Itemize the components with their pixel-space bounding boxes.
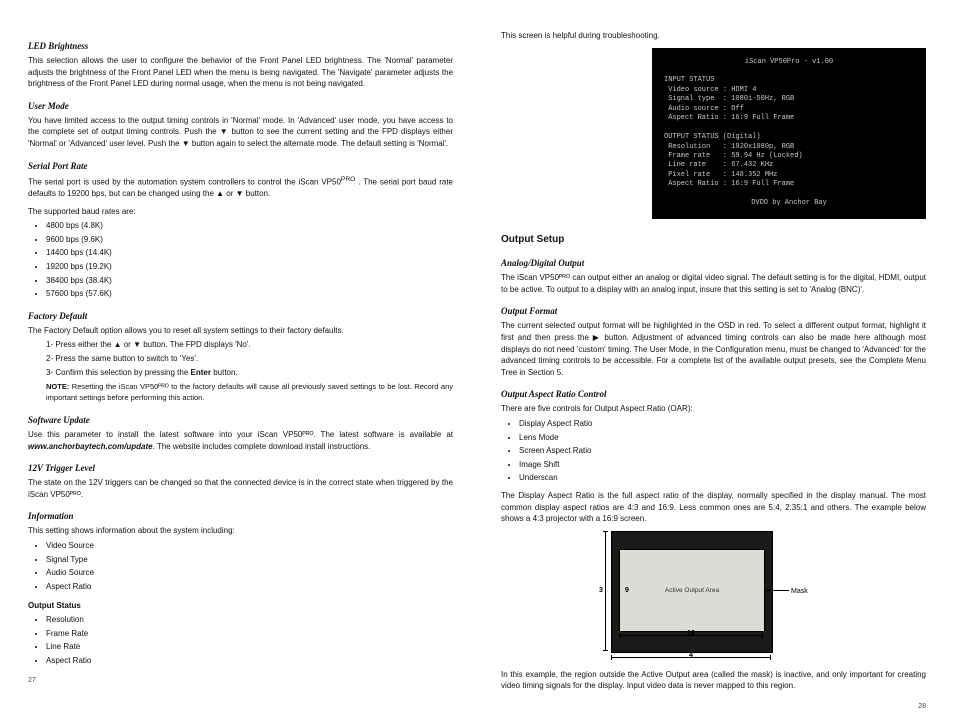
step: 2- Press the same button to switch to 'Y… [46,353,453,365]
para-oar-lead: There are five controls for Output Aspec… [501,403,926,415]
list-item: Display Aspect Ratio [519,418,926,430]
list-item: Underscan [519,472,926,484]
para-information: This setting shows information about the… [28,525,453,537]
list-item: Aspect Ratio [46,655,453,667]
list-item: 14400 bps (14.4K) [46,247,453,259]
para-supported-rates: The supported baud rates are: [28,206,453,218]
list-item: 4800 bps (4.8K) [46,220,453,232]
list-info-items: Video Source Signal Type Audio Source As… [46,540,453,592]
diagram-label-4: 4 [689,651,693,661]
para-troubleshoot-intro: This screen is helpful during troublesho… [501,30,926,42]
para-trigger: The state on the 12V triggers can be cha… [28,477,453,500]
list-item: 19200 bps (19.2K) [46,261,453,273]
page-right: This screen is helpful during troublesho… [501,30,926,604]
heading-analog-digital: Analog/Digital Output [501,257,926,270]
para-serial-port: The serial port is used by the automatio… [28,175,453,200]
heading-information: Information [28,510,453,523]
list-item: Frame Rate [46,628,453,640]
page-left: LED Brightness This selection allows the… [28,30,453,604]
para-analog-digital: The iScan VP50ᴾᴿᴼ can output either an a… [501,272,926,295]
diagram-dim-3 [605,531,606,651]
step: 1- Press either the ▲ or ▼ button. The F… [46,339,453,351]
heading-oar: Output Aspect Ratio Control [501,388,926,401]
heading-output-setup: Output Setup [501,233,926,248]
step: 3- Confirm this selection by pressing th… [46,367,453,379]
heading-user-mode: User Mode [28,100,453,113]
list-item: Audio Source [46,567,453,579]
list-oar: Display Aspect Ratio Lens Mode Screen As… [519,418,926,484]
page-number-right: 28 [501,698,926,712]
para-oar-foot: In this example, the region outside the … [501,669,926,692]
list-output-status: Resolution Frame Rate Line Rate Aspect R… [46,614,453,666]
list-item: Image Shift [519,459,926,471]
list-item: Line Rate [46,641,453,653]
para-output-format: The current selected output format will … [501,320,926,378]
list-item: 38400 bps (38.4K) [46,275,453,287]
diagram-aspect-ratio: Active Output Area 3 9 16 4 Mask [581,531,841,661]
heading-software-update: Software Update [28,414,453,427]
list-item: Resolution [46,614,453,626]
diagram-label-9: 9 [625,586,629,596]
list-item: Video Source [46,540,453,552]
diagram-active-label: Active Output Area [665,586,719,595]
diagram-mask-pointer [765,590,789,591]
list-item: Lens Mode [519,432,926,444]
note-factory-default: NOTE: Resetting the iScan VP50ᴾᴿᴼ to the… [46,382,453,404]
heading-led-brightness: LED Brightness [28,40,453,53]
heading-factory-default: Factory Default [28,310,453,323]
list-item: Aspect Ratio [46,581,453,593]
para-led-brightness: This selection allows the user to config… [28,55,453,90]
heading-serial-port: Serial Port Rate [28,160,453,173]
list-item: Screen Aspect Ratio [519,445,926,457]
terminal-status-screen: iScan VP50Pro - v1.00 INPUT STATUS Video… [652,48,926,219]
list-item: 57600 bps (57.6K) [46,288,453,300]
diagram-inner-16-9: Active Output Area [619,549,765,632]
para-software-update: Use this parameter to install the latest… [28,429,453,452]
heading-output-format: Output Format [501,305,926,318]
diagram-label-16: 16 [687,629,695,639]
list-item: Signal Type [46,554,453,566]
diagram-label-3: 3 [599,586,603,596]
para-user-mode: You have limited access to the output ti… [28,115,453,150]
list-item: 9600 bps (9.6K) [46,234,453,246]
page-number-left: 27 [28,672,453,686]
two-page-spread: LED Brightness This selection allows the… [0,0,954,618]
para-factory-default: The Factory Default option allows you to… [28,325,453,337]
para-oar-body: The Display Aspect Ratio is the full asp… [501,490,926,525]
list-baud-rates: 4800 bps (4.8K) 9600 bps (9.6K) 14400 bp… [46,220,453,300]
heading-trigger: 12V Trigger Level [28,462,453,475]
diagram-label-mask: Mask [791,587,808,597]
heading-output-status: Output Status [28,600,453,612]
